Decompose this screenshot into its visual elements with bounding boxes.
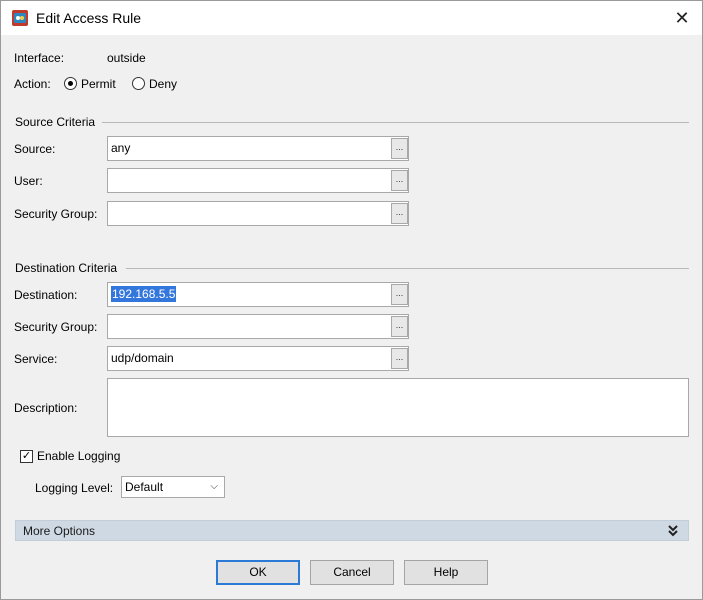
- deny-radio[interactable]: [132, 77, 145, 90]
- destination-security-group-label: Security Group:: [14, 320, 98, 334]
- service-browse-button[interactable]: ...: [391, 348, 408, 369]
- cancel-button[interactable]: Cancel: [310, 560, 394, 585]
- source-criteria-divider: [102, 122, 689, 123]
- destination-security-group-browse-button[interactable]: ...: [391, 316, 408, 337]
- title-bar: Edit Access Rule ✕: [1, 1, 702, 35]
- more-options-bar[interactable]: More Options: [15, 520, 689, 541]
- source-browse-button[interactable]: ...: [391, 138, 408, 159]
- interface-value: outside: [107, 51, 146, 65]
- ok-button[interactable]: OK: [216, 560, 300, 585]
- permit-radio[interactable]: [64, 77, 77, 90]
- help-button[interactable]: Help: [404, 560, 488, 585]
- service-value: udp/domain: [111, 351, 174, 365]
- window-title: Edit Access Rule: [36, 10, 142, 26]
- chevron-down-icon: ⌵: [210, 481, 218, 492]
- close-icon[interactable]: ✕: [671, 7, 693, 29]
- logging-level-select[interactable]: Default ⌵: [121, 476, 225, 498]
- logging-level-label: Logging Level:: [35, 481, 114, 495]
- logging-level-value: Default: [125, 480, 164, 494]
- user-browse-button[interactable]: ...: [391, 170, 408, 191]
- destination-browse-button[interactable]: ...: [391, 284, 408, 305]
- destination-security-group-input[interactable]: [107, 314, 409, 339]
- source-security-group-label: Security Group:: [14, 207, 98, 221]
- service-label: Service:: [14, 352, 58, 366]
- source-value: any: [111, 141, 131, 155]
- source-criteria-heading: Source Criteria: [15, 115, 96, 129]
- enable-logging-checkbox[interactable]: ✓: [20, 450, 33, 463]
- more-options-label: More Options: [23, 524, 96, 538]
- user-input[interactable]: [107, 168, 409, 193]
- destination-label: Destination:: [14, 288, 78, 302]
- source-security-group-browse-button[interactable]: ...: [391, 203, 408, 224]
- edit-access-rule-dialog: Edit Access Rule ✕ Interface: outside Ac…: [0, 0, 703, 600]
- double-chevron-down-icon: [668, 525, 678, 537]
- description-textarea[interactable]: [107, 378, 689, 437]
- service-input[interactable]: udp/domain: [107, 346, 409, 371]
- source-label: Source:: [14, 142, 56, 156]
- source-security-group-input[interactable]: [107, 201, 409, 226]
- destination-value: 192.168.5.5: [111, 286, 177, 302]
- destination-input[interactable]: 192.168.5.5: [107, 282, 409, 307]
- app-icon: [12, 10, 28, 26]
- action-label: Action:: [14, 77, 51, 91]
- destination-criteria-divider: [126, 268, 689, 269]
- enable-logging-label[interactable]: Enable Logging: [37, 449, 120, 463]
- interface-label: Interface:: [14, 51, 65, 65]
- source-input[interactable]: any: [107, 136, 409, 161]
- description-label: Description:: [14, 401, 78, 415]
- permit-label[interactable]: Permit: [81, 77, 116, 91]
- deny-label[interactable]: Deny: [149, 77, 177, 91]
- destination-criteria-heading: Destination Criteria: [15, 261, 118, 275]
- user-label: User:: [14, 174, 43, 188]
